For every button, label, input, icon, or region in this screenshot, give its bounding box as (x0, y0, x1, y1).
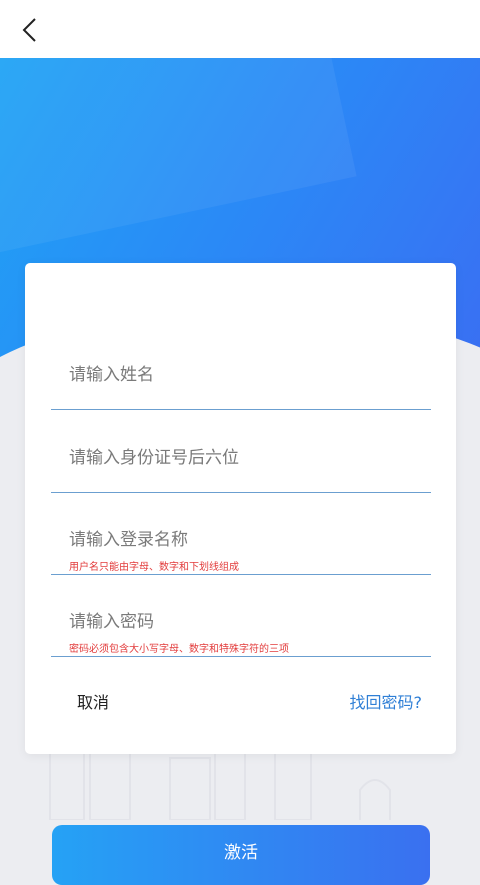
password-input[interactable] (69, 608, 409, 636)
username-field-row: 用户名只能由字母、数字和下划线组成 (51, 504, 431, 575)
chevron-left-icon (22, 18, 36, 42)
back-button[interactable] (10, 10, 50, 50)
login-card: 用户名只能由字母、数字和下划线组成 密码必须包含大小写字母、数字和特殊字符的三项… (25, 263, 456, 754)
password-field-row: 密码必须包含大小写字母、数字和特殊字符的三项 (51, 586, 431, 657)
username-input[interactable] (69, 526, 409, 554)
cancel-button[interactable]: 取消 (77, 689, 109, 713)
recover-password-link[interactable]: 找回密码? (350, 689, 423, 713)
hero-sheen (0, 58, 357, 256)
top-bar (0, 0, 480, 58)
id-number-input[interactable] (69, 444, 409, 472)
username-hint: 用户名只能由字母、数字和下划线组成 (69, 562, 239, 573)
activate-button[interactable]: 激活 (52, 825, 430, 885)
name-field-row (51, 339, 431, 410)
id-field-row (51, 422, 431, 493)
name-input[interactable] (69, 361, 409, 389)
password-hint: 密码必须包含大小写字母、数字和特殊字符的三项 (69, 644, 289, 655)
